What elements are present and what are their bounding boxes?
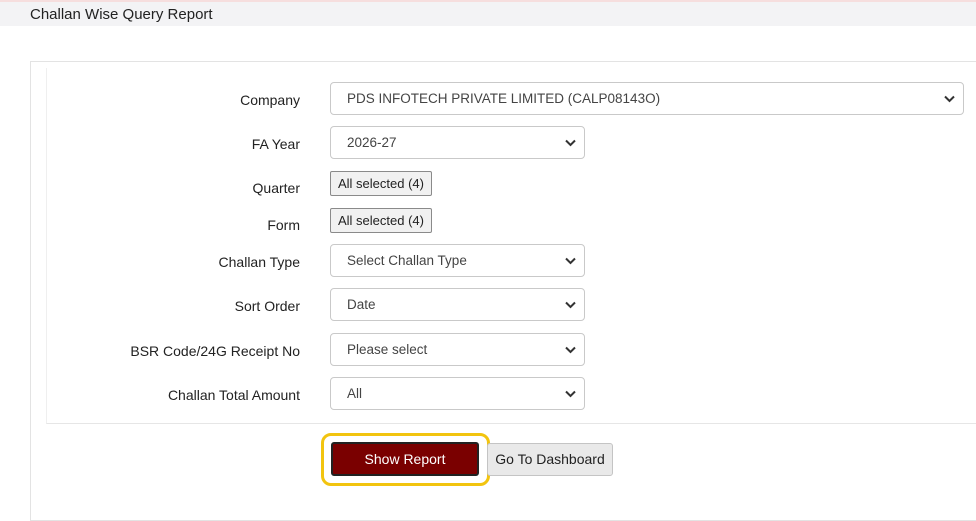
challan-total-select-value: All — [347, 386, 363, 401]
chevron-down-icon — [565, 257, 576, 265]
challan-total-label: Challan Total Amount — [167, 387, 300, 403]
bsr-code-select-value: Please select — [347, 342, 428, 357]
challan-type-select[interactable]: Select Challan Type — [330, 244, 585, 277]
sort-order-select-value: Date — [347, 297, 376, 312]
go-to-dashboard-button[interactable]: Go To Dashboard — [487, 443, 613, 476]
sort-order-select[interactable]: Date — [330, 288, 585, 321]
form-multiselect[interactable]: All selected (4) — [330, 208, 432, 233]
company-label: Company — [240, 92, 300, 108]
challan-type-label: Challan Type — [218, 254, 300, 270]
chevron-down-icon — [944, 95, 955, 103]
company-select[interactable]: PDS INFOTECH PRIVATE LIMITED (CALP08143O… — [330, 82, 964, 115]
chevron-down-icon — [565, 390, 576, 398]
sort-order-label: Sort Order — [234, 298, 300, 314]
challan-type-select-value: Select Challan Type — [347, 253, 467, 268]
quarter-multiselect[interactable]: All selected (4) — [330, 171, 432, 196]
page-header: Challan Wise Query Report — [0, 0, 976, 26]
chevron-down-icon — [565, 139, 576, 147]
fa-year-select-value: 2026-27 — [347, 135, 397, 150]
page-title: Challan Wise Query Report — [30, 6, 213, 23]
form-label: Form — [267, 217, 300, 233]
show-report-button[interactable]: Show Report — [331, 442, 479, 476]
quarter-label: Quarter — [252, 180, 300, 196]
challan-total-select[interactable]: All — [330, 377, 585, 410]
company-select-value: PDS INFOTECH PRIVATE LIMITED (CALP08143O… — [347, 91, 661, 106]
chevron-down-icon — [565, 301, 576, 309]
fa-year-select[interactable]: 2026-27 — [330, 126, 585, 159]
fa-year-label: FA Year — [251, 136, 300, 152]
chevron-down-icon — [565, 346, 576, 354]
bsr-code-label: BSR Code/24G Receipt No — [130, 343, 300, 359]
bsr-code-select[interactable]: Please select — [330, 333, 585, 366]
